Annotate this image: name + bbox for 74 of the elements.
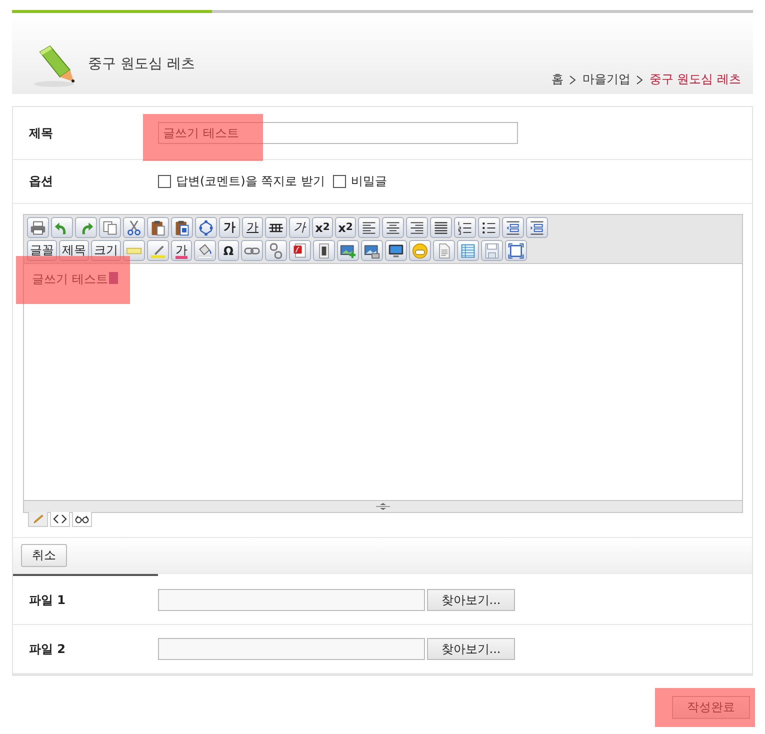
editor-text: 글쓰기 테스트 xyxy=(32,272,108,286)
toolbar-button[interactable]: 글꼴 xyxy=(27,240,57,261)
selection-frame-icon xyxy=(198,220,214,236)
text-cursor xyxy=(108,272,118,284)
monitor-icon xyxy=(388,242,404,258)
paint-bucket-icon xyxy=(197,242,213,258)
align-left-icon xyxy=(361,220,377,236)
clipboard-icon xyxy=(150,220,166,236)
breadcrumb-link[interactable]: 중구 원도심 레츠 xyxy=(649,71,741,88)
toolbar-button[interactable] xyxy=(265,217,287,238)
glasses-icon xyxy=(75,514,89,524)
field-label: 파일 2 xyxy=(29,640,67,658)
option-label: 답변(코멘트)을 쪽지로 받기 xyxy=(176,173,325,190)
table-icon xyxy=(460,242,476,258)
toolbar-button[interactable] xyxy=(406,217,428,238)
chevron-right-icon xyxy=(636,74,644,84)
breadcrumb-link[interactable]: 마을기업 xyxy=(582,71,630,88)
browse-button[interactable]: 찾아보기... xyxy=(427,638,515,660)
align-right-icon xyxy=(409,220,425,236)
toolbar-button[interactable] xyxy=(526,217,548,238)
toolbar-button[interactable] xyxy=(385,240,407,261)
toolbar-button[interactable]: 크기 xyxy=(91,240,121,261)
pencil-icon xyxy=(31,514,45,524)
toolbar-button[interactable]: 가 xyxy=(289,217,310,238)
image-add-icon xyxy=(340,242,356,258)
align-center-icon xyxy=(385,220,401,236)
printer-icon xyxy=(30,220,46,236)
toolbar-button[interactable]: 가 xyxy=(219,217,240,238)
field-label: 파일 1 xyxy=(29,592,67,608)
image-edit-icon xyxy=(364,242,380,258)
align-justify-icon xyxy=(433,220,449,236)
toolbar-button[interactable] xyxy=(171,217,193,238)
indent-icon xyxy=(529,220,545,236)
toolbar-button[interactable] xyxy=(478,217,500,238)
toolbar-button[interactable] xyxy=(502,217,524,238)
cancel-button[interactable]: 취소 xyxy=(21,544,67,567)
toolbar-button[interactable] xyxy=(430,217,452,238)
file-path-field[interactable] xyxy=(158,638,425,660)
fullscreen-icon xyxy=(508,242,524,258)
toolbar-button[interactable] xyxy=(358,217,380,238)
file-path-field[interactable] xyxy=(158,589,425,611)
unlink-icon xyxy=(268,242,284,258)
toolbar-button[interactable] xyxy=(382,217,404,238)
copy-icon xyxy=(102,220,118,236)
field-label: 제목 xyxy=(29,124,54,142)
resize-grip-icon xyxy=(375,502,391,511)
field-label: 옵션 xyxy=(29,173,54,190)
toolbar-button[interactable]: 가 xyxy=(242,217,263,238)
outdent-icon xyxy=(505,220,521,236)
breadcrumb-link[interactable]: 홈 xyxy=(551,71,564,88)
scissors-icon xyxy=(126,220,142,236)
checkbox[interactable] xyxy=(158,175,171,188)
code-brackets-icon xyxy=(53,514,67,524)
film-icon xyxy=(316,242,332,258)
editor-mode-tab[interactable] xyxy=(72,512,92,527)
chevron-right-icon xyxy=(569,74,576,84)
bullet-list-icon xyxy=(481,220,497,236)
document-icon xyxy=(436,242,452,258)
browse-button[interactable]: 찾아보기... xyxy=(427,589,515,611)
flash-file-icon xyxy=(292,242,308,258)
page-title: 중구 원도심 레츠 xyxy=(88,55,195,73)
toolbar-button[interactable] xyxy=(361,240,383,261)
toolbar-button[interactable]: Ω xyxy=(218,240,239,261)
toolbar-button[interactable] xyxy=(337,240,359,261)
toolbar-button[interactable] xyxy=(147,217,169,238)
editor-mode-tab[interactable] xyxy=(50,512,70,527)
clipboard-document-icon xyxy=(174,220,190,236)
toolbar-button[interactable]: 제목 xyxy=(59,240,89,261)
toolbar-button[interactable] xyxy=(313,240,335,261)
numbered-list-icon xyxy=(457,220,473,236)
option-label: 비밀글 xyxy=(351,173,387,190)
toolbar-button[interactable]: 가 xyxy=(171,240,192,261)
checkbox[interactable] xyxy=(333,175,346,188)
toolbar-button[interactable] xyxy=(454,217,476,238)
